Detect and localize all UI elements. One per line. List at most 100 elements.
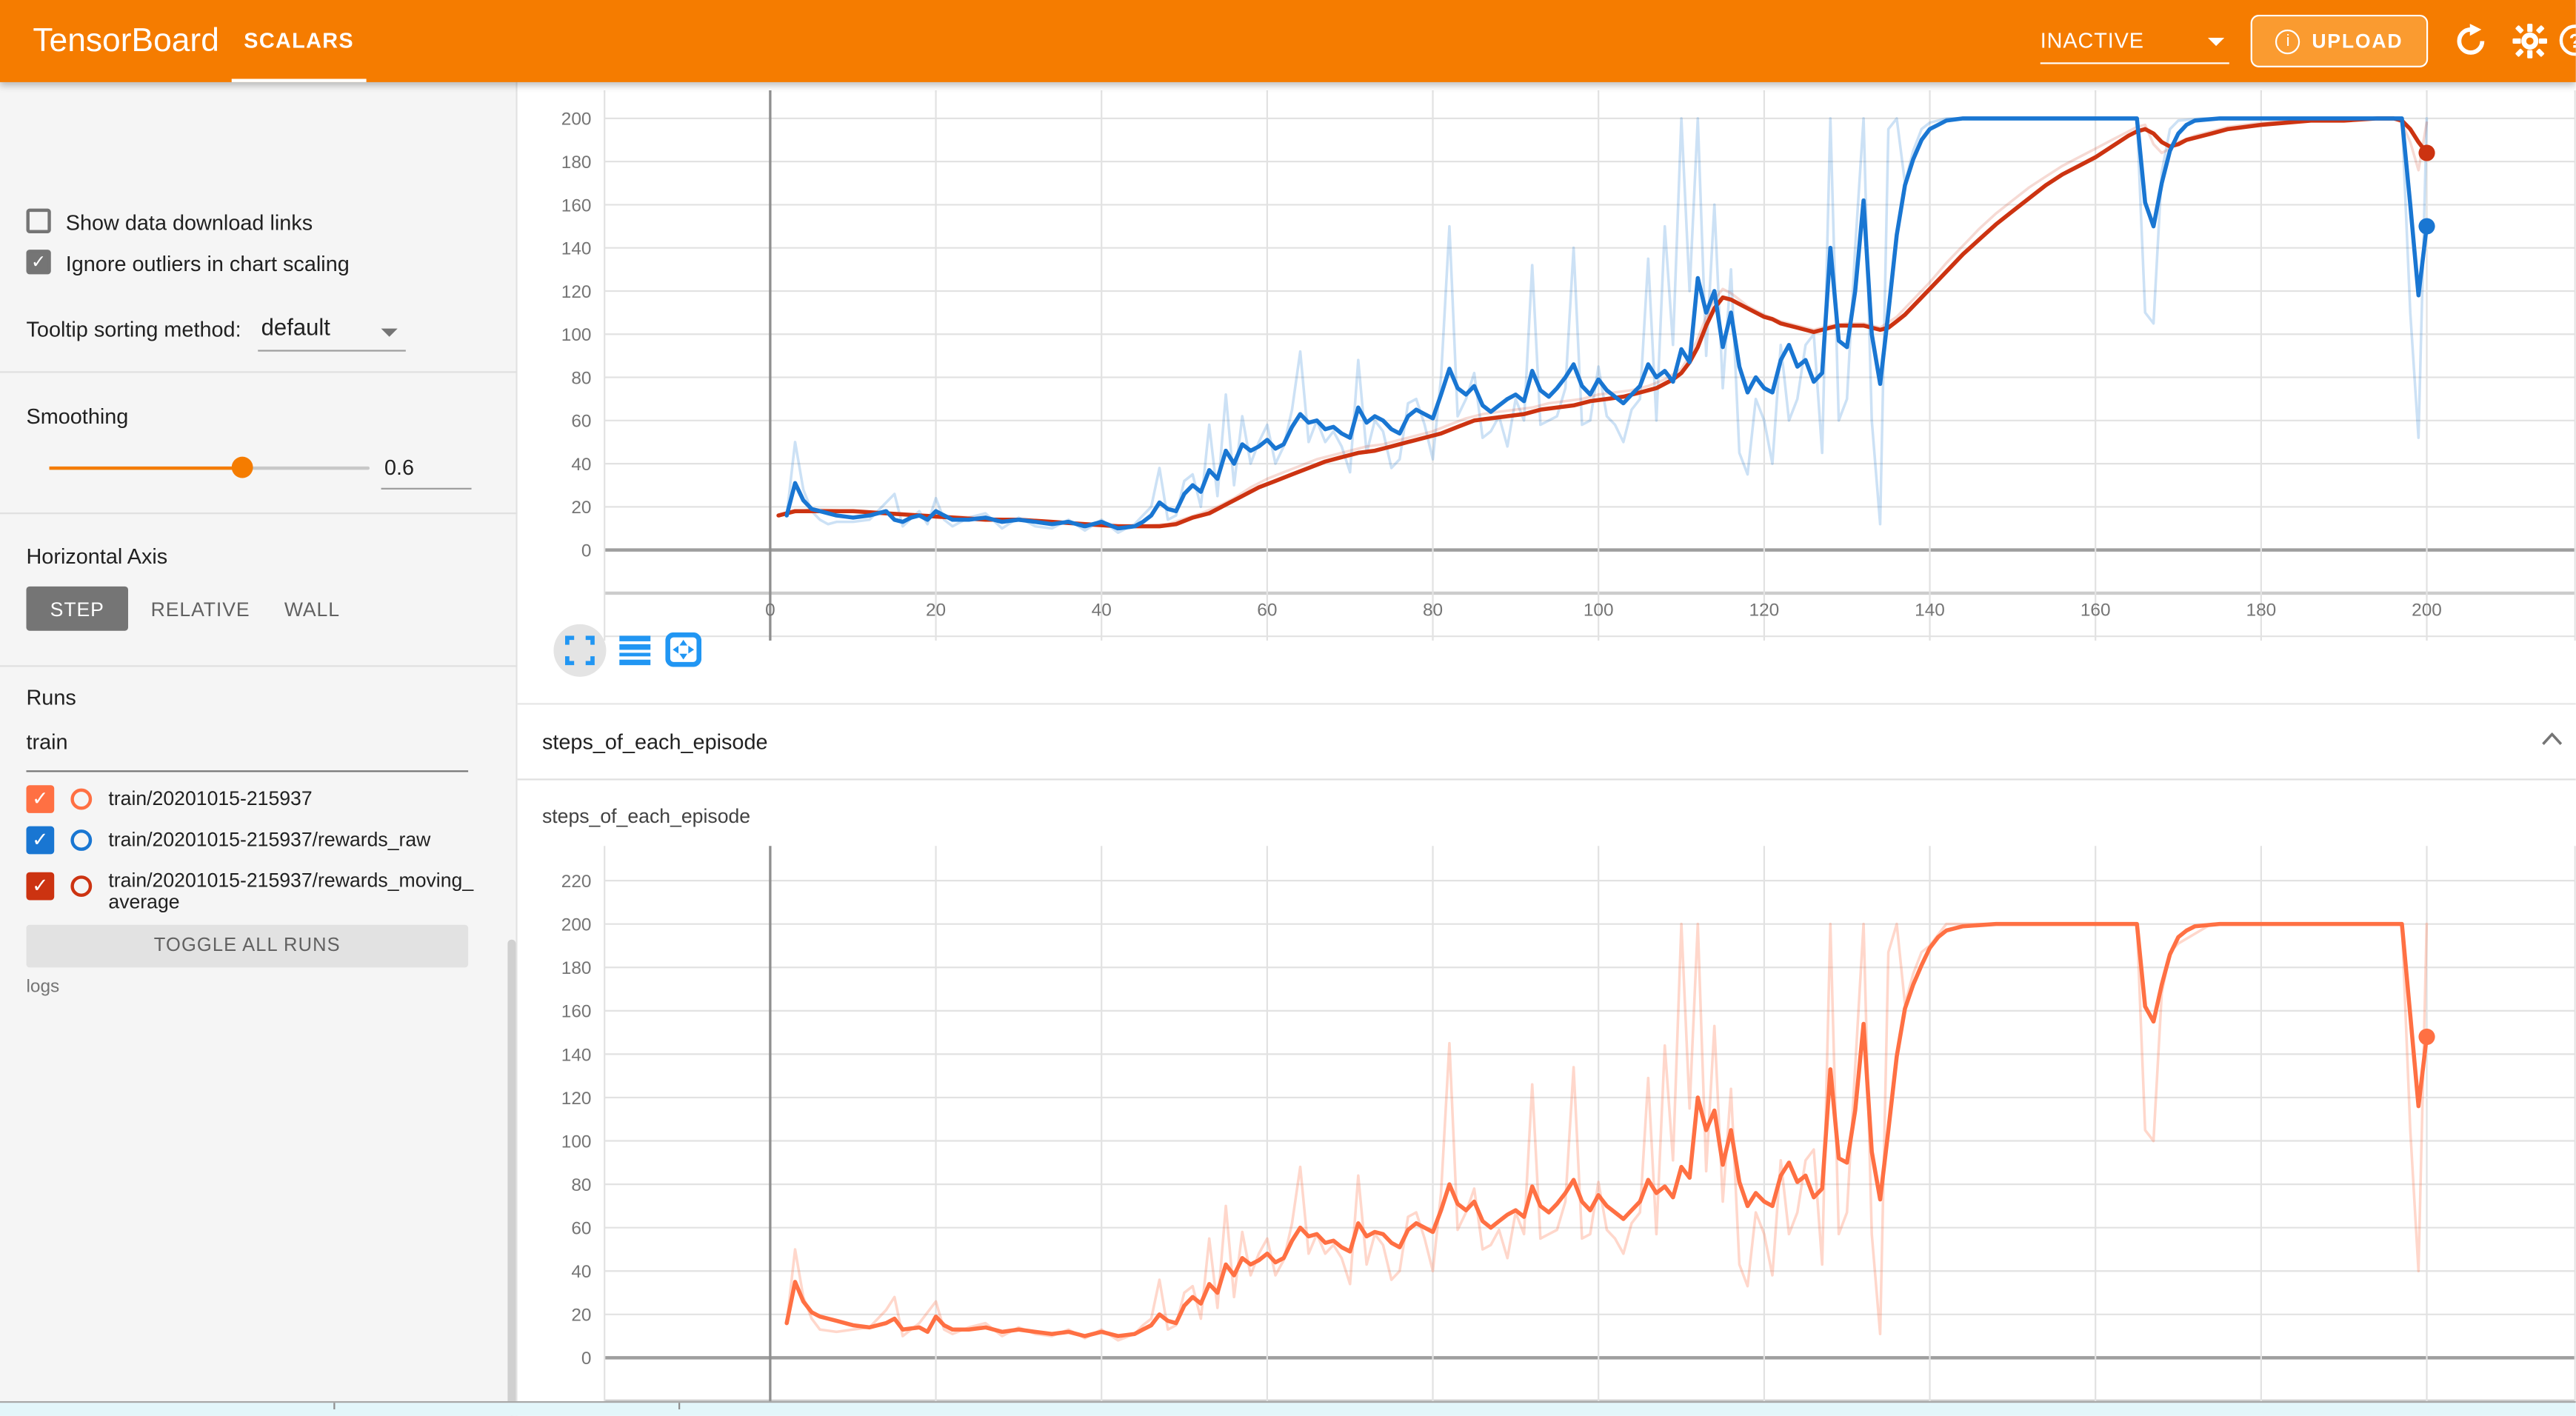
rewards-chart[interactable]: 0204060801001201401601802000204060801001… (518, 82, 2576, 649)
ignore-outliers-label: Ignore outliers in chart scaling (66, 251, 350, 275)
svg-text:160: 160 (561, 196, 592, 216)
app-title: TensorBoard (33, 0, 219, 82)
header-bar: TensorBoard SCALARS INACTIVE i UPLOAD (0, 0, 2576, 82)
run-row[interactable]: ✓ train/20201015-215937/rewards_moving_a… (0, 867, 518, 926)
tab-scalars[interactable]: SCALARS (232, 0, 367, 82)
divider (0, 371, 518, 373)
section-title: steps_of_each_episode (542, 729, 768, 754)
svg-text:60: 60 (571, 1219, 591, 1239)
strip-tick (678, 1403, 680, 1409)
steps-chart[interactable]: 020406080100120140160180200220 (518, 835, 2576, 1401)
run-filter-input[interactable] (26, 729, 468, 754)
caret-down-icon[interactable] (2208, 38, 2224, 46)
divider (0, 665, 518, 667)
svg-text:80: 80 (571, 1175, 591, 1195)
run-color-circle-icon (70, 829, 92, 851)
svg-text:40: 40 (1092, 601, 1112, 621)
horizontal-axis-label: Horizontal Axis (26, 544, 167, 568)
caret-down-icon[interactable] (381, 329, 398, 337)
chevron-up-icon[interactable] (2541, 732, 2563, 746)
toggle-all-runs-button[interactable]: TOGGLE ALL RUNS (26, 925, 468, 968)
upload-button-label: UPLOAD (2312, 30, 2403, 53)
sidebar: Show data download links ✓ Ignore outlie… (0, 82, 518, 1416)
svg-text:120: 120 (561, 1089, 592, 1109)
strip-tick (333, 1403, 335, 1409)
svg-text:60: 60 (571, 412, 591, 432)
logs-label: logs (26, 978, 59, 998)
check-icon: ✓ (26, 785, 54, 813)
run-color-circle-icon (70, 875, 92, 897)
svg-text:80: 80 (1423, 601, 1443, 621)
svg-text:80: 80 (571, 368, 591, 388)
axis-relative-button[interactable]: RELATIVE (141, 587, 260, 631)
tab-active-underline (232, 79, 367, 81)
smoothing-value[interactable]: 0.6 (384, 455, 414, 479)
run-label: train/20201015-215937/rewards_raw (108, 829, 479, 851)
gear-icon[interactable] (2512, 23, 2548, 59)
svg-text:180: 180 (561, 958, 592, 978)
svg-text:0: 0 (581, 541, 592, 561)
svg-text:100: 100 (1584, 601, 1614, 621)
run-filter-underline (26, 770, 468, 772)
show-download-links-checkbox[interactable] (26, 209, 50, 233)
svg-text:140: 140 (561, 239, 592, 259)
smoothing-slider-thumb[interactable] (232, 457, 253, 478)
check-icon: ✓ (30, 253, 47, 273)
svg-text:140: 140 (1915, 601, 1945, 621)
run-row[interactable]: ✓ train/20201015-215937/rewards_raw (0, 826, 518, 866)
svg-text:200: 200 (561, 110, 592, 130)
divider (518, 778, 2576, 780)
tensorboard-app: TensorBoard SCALARS INACTIVE i UPLOAD (0, 0, 2576, 1416)
upload-button[interactable]: i UPLOAD (2251, 15, 2429, 67)
smoothing-value-underline (381, 488, 472, 490)
svg-text:0: 0 (765, 601, 775, 621)
svg-text:100: 100 (561, 1132, 592, 1152)
axis-wall-button[interactable]: WALL (273, 587, 351, 631)
show-download-links-label: Show data download links (66, 210, 313, 235)
log-scale-button[interactable] (619, 635, 650, 665)
svg-text:120: 120 (561, 282, 592, 302)
svg-text:40: 40 (571, 455, 591, 475)
fit-domain-button[interactable] (665, 632, 701, 667)
expand-chart-button[interactable] (565, 635, 595, 665)
status-dropdown-value[interactable]: INACTIVE (2041, 28, 2144, 53)
run-checkbox[interactable]: ✓ (26, 872, 54, 901)
run-checkbox[interactable]: ✓ (26, 785, 54, 813)
section-header-steps[interactable]: steps_of_each_episode (518, 705, 2576, 779)
bottom-strip (0, 1401, 2576, 1416)
check-icon: ✓ (26, 826, 54, 855)
ignore-outliers-checkbox[interactable]: ✓ (26, 250, 50, 274)
svg-text:160: 160 (561, 1002, 592, 1022)
svg-text:220: 220 (561, 872, 592, 892)
tooltip-sorting-select[interactable]: default (261, 314, 330, 340)
smoothing-slider-track[interactable] (50, 467, 370, 470)
refresh-icon[interactable] (2452, 23, 2489, 59)
svg-text:20: 20 (571, 1306, 591, 1326)
svg-text:180: 180 (2246, 601, 2277, 621)
check-icon: ✓ (26, 872, 54, 901)
smoothing-slider-fill (50, 467, 242, 470)
run-row[interactable]: ✓ train/20201015-215937 (0, 785, 518, 824)
svg-text:60: 60 (1257, 601, 1277, 621)
run-label: train/20201015-215937 (108, 789, 479, 810)
run-label: train/20201015-215937/rewards_moving_ave… (108, 871, 479, 914)
smoothing-label: Smoothing (26, 404, 128, 429)
run-color-circle-icon (70, 789, 92, 810)
svg-text:200: 200 (2412, 601, 2442, 621)
run-checkbox[interactable]: ✓ (26, 826, 54, 855)
divider (0, 512, 518, 514)
tooltip-select-underline (258, 350, 406, 351)
svg-text:140: 140 (561, 1045, 592, 1065)
svg-text:120: 120 (1749, 601, 1780, 621)
svg-text:180: 180 (561, 153, 592, 173)
tooltip-sorting-label: Tooltip sorting method: (26, 317, 241, 341)
svg-text:0: 0 (581, 1349, 592, 1369)
info-icon: i (2276, 29, 2300, 53)
svg-text:160: 160 (2081, 601, 2111, 621)
help-icon[interactable]: ? (2560, 24, 2576, 56)
sidebar-scrollbar[interactable] (507, 940, 515, 1416)
svg-text:100: 100 (561, 325, 592, 345)
axis-step-button[interactable]: STEP (26, 587, 128, 631)
svg-text:20: 20 (926, 601, 946, 621)
chart-card-title: steps_of_each_episode (542, 805, 750, 828)
